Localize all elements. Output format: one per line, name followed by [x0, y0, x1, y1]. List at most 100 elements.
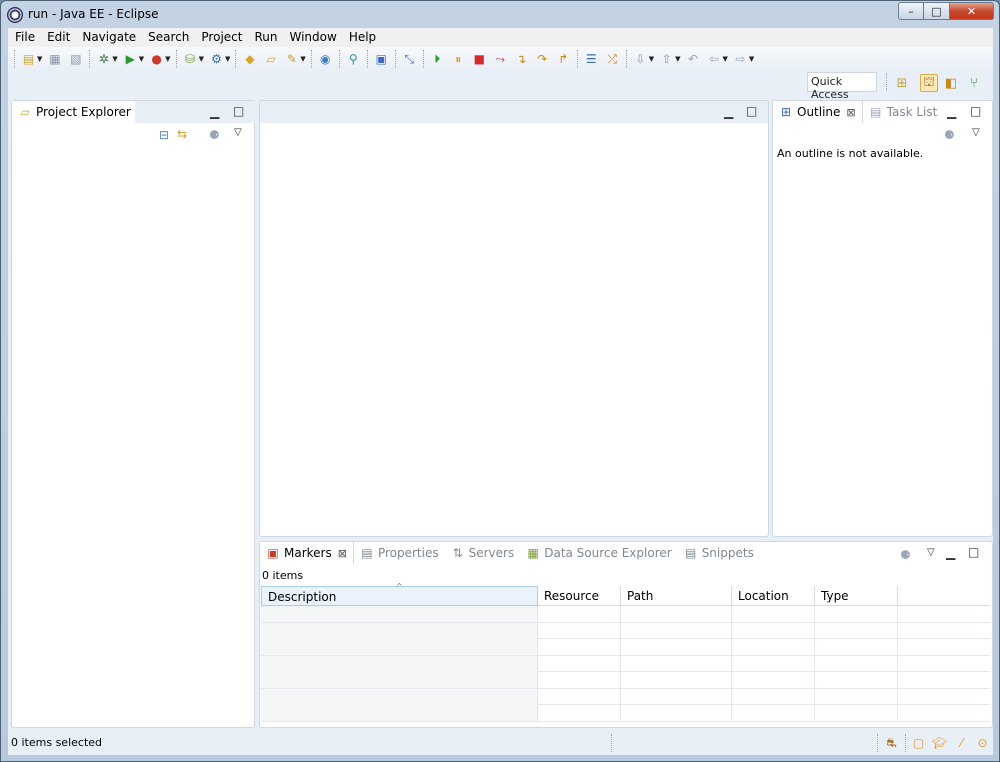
close-icon[interactable]: ⊠	[338, 547, 347, 560]
maximize-button[interactable]: □	[924, 2, 950, 20]
minimize-editor-icon[interactable]: ▁	[724, 105, 733, 119]
link-with-editor-icon[interactable]: ⇆	[177, 127, 187, 141]
external-tools-icon[interactable]: ●	[149, 52, 164, 67]
debug-icon[interactable]: ✲	[96, 52, 111, 67]
overview-icon[interactable]: ▢	[911, 735, 926, 750]
table-row[interactable]	[261, 672, 990, 689]
close-button[interactable]: ✕	[950, 2, 994, 20]
column-type[interactable]: Type	[815, 586, 898, 606]
open-resource-icon[interactable]: ▱	[263, 52, 278, 67]
title-bar[interactable]: run - Java EE - Eclipse – □ ✕	[1, 1, 999, 28]
column-resource[interactable]: Resource	[538, 586, 621, 606]
tab-servers[interactable]: ⇅ Servers	[445, 542, 521, 564]
tab-markers[interactable]: ▣ Markers ⊠	[260, 542, 354, 564]
close-icon[interactable]: ⊠	[846, 106, 855, 119]
minimize-view-icon[interactable]: ▁	[210, 105, 219, 119]
menu-navigate[interactable]: Navigate	[76, 28, 142, 47]
suspend-icon[interactable]: ⏸	[451, 52, 466, 67]
run-icon[interactable]: ▶	[123, 52, 138, 67]
view-menu-icon[interactable]: ▽	[234, 127, 242, 138]
step-over-icon[interactable]: ↷	[535, 52, 550, 67]
collapse-all-icon[interactable]: ⊟	[159, 128, 169, 142]
next-annotation-icon[interactable]: ⇩	[633, 52, 648, 67]
back-icon[interactable]: ⇦	[707, 52, 722, 67]
tab-project-explorer[interactable]: ▱ Project Explorer ⊠	[12, 101, 154, 123]
skip-breakpoints-icon[interactable]: ⤡	[402, 52, 417, 67]
new-icon[interactable]: ▤	[21, 52, 36, 67]
menu-window[interactable]: Window	[283, 28, 342, 47]
column-path[interactable]: Path	[621, 586, 732, 606]
web-service-dropdown-icon[interactable]: ▼	[225, 55, 230, 63]
console-icon[interactable]: ▣	[374, 52, 389, 67]
menu-edit[interactable]: Edit	[41, 28, 76, 47]
samples-icon[interactable]: ⁄	[954, 735, 969, 750]
focus-icon[interactable]: ⚈	[944, 128, 955, 142]
tutorials-icon[interactable]: 🎓︎	[932, 735, 947, 750]
table-row[interactable]	[261, 606, 990, 623]
drop-to-frame-icon[interactable]: ⤮	[605, 52, 620, 67]
menu-project[interactable]: Project	[195, 28, 248, 47]
open-web-browser-icon[interactable]: ◉	[318, 52, 333, 67]
maximize-view-icon[interactable]: □	[968, 545, 979, 559]
resume-icon[interactable]: ⏵	[430, 52, 445, 67]
maximize-editor-icon[interactable]: □	[746, 104, 757, 118]
disconnect-icon[interactable]: ⤳	[493, 52, 508, 67]
view-menu-icon[interactable]: ▽	[927, 547, 935, 558]
tab-task-list[interactable]: ▤ Task List	[863, 101, 944, 123]
tab-outline[interactable]: ⊞ Outline ⊠	[773, 101, 863, 123]
table-row[interactable]	[261, 622, 990, 639]
new-server-icon[interactable]: ⛁	[183, 52, 198, 67]
table-row[interactable]	[261, 655, 990, 672]
welcome-icon[interactable]: ⊙	[975, 735, 990, 750]
focus-icon[interactable]: ⚈	[209, 128, 220, 142]
next-annotation-dropdown-icon[interactable]: ▼	[649, 55, 654, 63]
forward-dropdown-icon[interactable]: ▼	[749, 55, 754, 63]
new-web-service-icon[interactable]: ⚙	[209, 52, 224, 67]
table-row[interactable]	[261, 639, 990, 656]
tab-properties[interactable]: ▤ Properties	[354, 542, 445, 564]
open-perspective-icon[interactable]: ⊞	[893, 74, 911, 92]
maximize-view-icon[interactable]: □	[233, 104, 244, 118]
column-location[interactable]: Location	[732, 586, 815, 606]
table-row[interactable]	[261, 688, 990, 705]
save-icon[interactable]: ▦	[47, 52, 62, 67]
tab-snippets[interactable]: ▤ Snippets	[678, 542, 760, 564]
open-type-icon[interactable]: ◆	[242, 52, 257, 67]
step-return-icon[interactable]: ↱	[556, 52, 571, 67]
menu-file[interactable]: File	[9, 28, 41, 47]
forward-icon[interactable]: ⇨	[733, 52, 748, 67]
back-dropdown-icon[interactable]: ▼	[723, 55, 728, 63]
last-edit-location-icon[interactable]: ↶	[686, 52, 701, 67]
minimize-button[interactable]: –	[898, 2, 924, 20]
minimize-view-icon[interactable]: ▁	[947, 105, 956, 119]
terminate-icon[interactable]: ■	[472, 52, 487, 67]
step-into-icon[interactable]: ↴	[514, 52, 529, 67]
team-perspective-icon[interactable]: ⑂	[965, 74, 983, 92]
server-dropdown-icon[interactable]: ▼	[199, 55, 204, 63]
tab-data-source-explorer[interactable]: ▦ Data Source Explorer	[520, 542, 677, 564]
quick-access-field[interactable]: Quick Access	[807, 72, 877, 101]
open-task-icon[interactable]: ⚲	[346, 52, 361, 67]
focus-icon[interactable]: ⚈	[900, 548, 911, 562]
menu-run[interactable]: Run	[248, 28, 283, 47]
search-icon[interactable]: ✎	[284, 52, 299, 67]
column-description[interactable]: Description ^	[261, 582, 538, 606]
previous-annotation-icon[interactable]: ⇧	[659, 52, 674, 67]
menu-help[interactable]: Help	[343, 28, 382, 47]
external-tools-dropdown-icon[interactable]: ▼	[165, 55, 170, 63]
minimize-view-icon[interactable]: ▁	[946, 546, 955, 560]
maximize-view-icon[interactable]: □	[970, 104, 981, 118]
run-dropdown-icon[interactable]: ▼	[139, 55, 144, 63]
git-perspective-icon[interactable]: ◧	[942, 74, 960, 92]
use-step-filters-icon[interactable]: ☰	[584, 52, 599, 67]
menu-search[interactable]: Search	[142, 28, 195, 47]
new-dropdown-icon[interactable]: ▼	[37, 55, 42, 63]
table-row[interactable]	[261, 705, 990, 722]
debug-dropdown-icon[interactable]: ▼	[112, 55, 117, 63]
view-menu-icon[interactable]: ▽	[972, 127, 980, 138]
save-all-icon[interactable]: ▧	[68, 52, 83, 67]
previous-annotation-dropdown-icon[interactable]: ▼	[675, 55, 680, 63]
open-tasks-icon[interactable]: ⛐	[884, 735, 899, 750]
java-ee-perspective-icon[interactable]: ⛫	[920, 74, 938, 92]
search-dropdown-icon[interactable]: ▼	[300, 55, 305, 63]
